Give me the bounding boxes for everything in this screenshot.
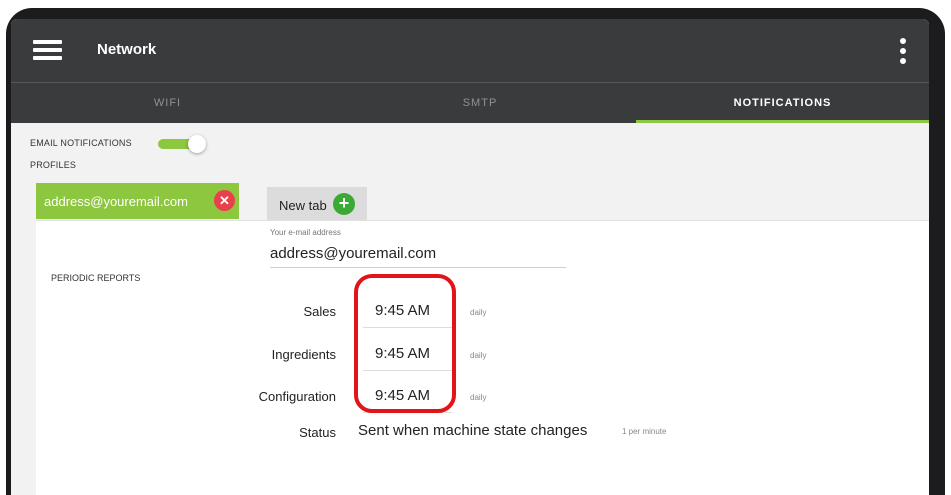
profiles-label: PROFILES <box>30 160 77 170</box>
report-label-ingredients: Ingredients <box>271 347 336 362</box>
email-notifications-label: EMAIL NOTIFICATIONS <box>30 138 132 148</box>
sales-frequency: daily <box>470 308 487 317</box>
highlight-outline <box>354 274 456 413</box>
close-icon[interactable]: ✕ <box>214 190 235 211</box>
tab-bar: WIFI SMTP NOTIFICATIONS <box>11 82 929 123</box>
new-tab-label: New tab <box>279 198 327 213</box>
tab-notifications[interactable]: NOTIFICATIONS <box>636 83 929 123</box>
report-label-configuration: Configuration <box>258 389 336 404</box>
app-title: Network <box>97 41 157 58</box>
email-field[interactable] <box>270 239 566 268</box>
tab-smtp[interactable]: SMTP <box>324 83 636 123</box>
screen: Network WIFI SMTP NOTIFICATIONS EMAIL NO… <box>11 19 929 495</box>
profile-tab[interactable]: address@youremail.com ✕ <box>36 183 239 219</box>
app-bar: Network <box>11 19 929 82</box>
email-caption: Your e-mail address <box>270 228 341 237</box>
profile-panel: Your e-mail address PERIODIC REPORTS Sal… <box>36 220 929 495</box>
new-tab-button[interactable]: New tab + <box>267 187 367 221</box>
periodic-reports-label: PERIODIC REPORTS <box>51 273 141 283</box>
email-notifications-toggle[interactable] <box>158 135 208 153</box>
profile-tab-label: address@youremail.com <box>44 194 188 209</box>
tab-wifi[interactable]: WIFI <box>11 83 324 123</box>
status-label: Status <box>299 425 336 440</box>
more-vertical-icon[interactable] <box>898 37 908 65</box>
status-rate: 1 per minute <box>622 427 667 436</box>
toggle-thumb <box>188 135 206 153</box>
configuration-frequency: daily <box>470 393 487 402</box>
notifications-content: EMAIL NOTIFICATIONS PROFILES address@you… <box>11 123 929 495</box>
hamburger-menu-icon[interactable] <box>33 40 62 60</box>
plus-icon: + <box>333 193 355 215</box>
status-value: Sent when machine state changes <box>358 422 588 439</box>
report-label-sales: Sales <box>303 304 336 319</box>
ingredients-frequency: daily <box>470 351 487 360</box>
